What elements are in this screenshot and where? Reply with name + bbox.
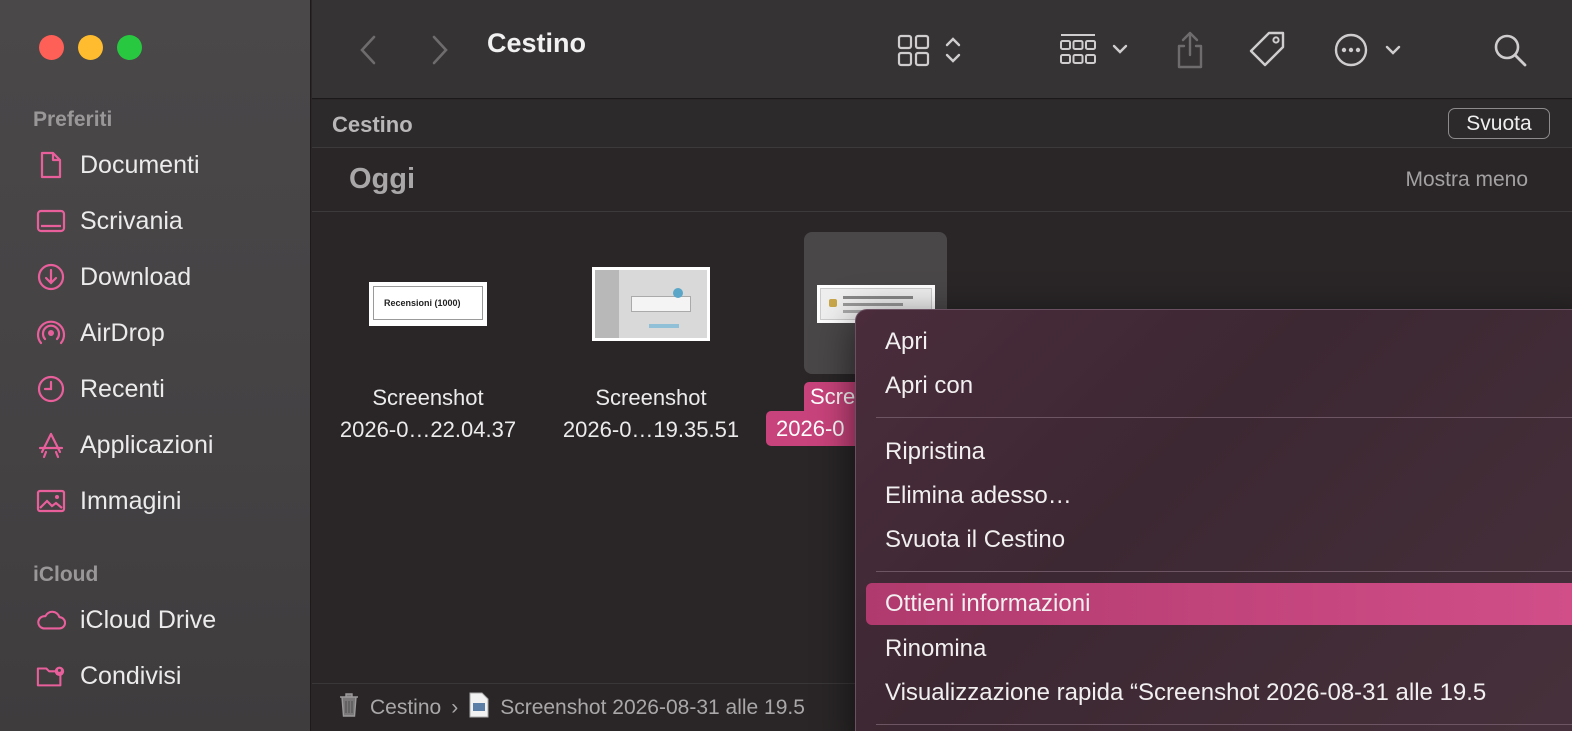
- file-name-line2: 2026-0…19.35.51: [562, 417, 740, 442]
- share-icon: [1177, 31, 1203, 68]
- desktop-icon: [36, 206, 66, 236]
- sidebar: Preferiti Documenti Scrivania Download A…: [0, 0, 311, 731]
- menu-item-svuota-cestino[interactable]: Svuota il Cestino: [866, 519, 1572, 561]
- sidebar-item-applicazioni[interactable]: Applicazioni: [36, 423, 213, 467]
- sidebar-item-label: Download: [80, 262, 192, 291]
- window-title: Cestino: [487, 28, 587, 58]
- tag-button[interactable]: [1246, 0, 1290, 99]
- shared-folder-icon: [36, 661, 66, 691]
- path-root[interactable]: Cestino: [370, 696, 441, 720]
- sidebar-item-label: Immagini: [80, 486, 182, 515]
- back-button[interactable]: [348, 0, 388, 99]
- file-thumbnail: [551, 232, 751, 376]
- download-icon: [36, 262, 66, 292]
- menu-item-rinomina[interactable]: Rinomina: [866, 628, 1572, 670]
- sidebar-item-label: Scrivania: [80, 206, 183, 235]
- cloud-icon: [36, 605, 66, 635]
- menu-separator: [876, 724, 1572, 725]
- chevron-right-icon: [432, 35, 448, 64]
- menu-item-apri-con[interactable]: Apri con: [866, 365, 1572, 407]
- path-separator: ›: [451, 695, 459, 719]
- file-icon: [468, 692, 490, 724]
- menu-separator: [876, 417, 1572, 418]
- sidebar-item-label: iCloud Drive: [80, 605, 217, 634]
- sidebar-item-recenti[interactable]: Recenti: [36, 367, 165, 411]
- group-by-button[interactable]: [1058, 0, 1132, 99]
- tag-icon: [1249, 31, 1285, 66]
- photo-icon: [36, 486, 66, 516]
- sidebar-item-documenti[interactable]: Documenti: [36, 143, 200, 187]
- share-button[interactable]: [1170, 0, 1210, 99]
- file-name-line1: Screenshot: [595, 385, 707, 410]
- group-grid-icon: [1060, 33, 1096, 64]
- menu-item-visualizzazione-rapida[interactable]: Visualizzazione rapida “Screenshot 2026-…: [866, 672, 1572, 714]
- empty-trash-button[interactable]: Svuota: [1448, 108, 1550, 139]
- document-icon: [36, 150, 66, 180]
- minimize-window-button[interactable]: [78, 35, 103, 60]
- airdrop-icon: [36, 318, 66, 348]
- chevron-left-icon: [360, 35, 376, 64]
- chevron-down-icon: [1385, 45, 1401, 55]
- close-window-button[interactable]: [39, 35, 64, 60]
- grid-view-icon: [897, 34, 930, 66]
- chevron-updown-icon: [945, 36, 961, 63]
- menu-item-apri[interactable]: Apri: [866, 321, 1572, 363]
- sidebar-item-immagini[interactable]: Immagini: [36, 479, 181, 523]
- menu-separator: [876, 571, 1572, 572]
- sidebar-item-label: AirDrop: [80, 318, 165, 347]
- ellipsis-circle-icon: [1334, 33, 1368, 66]
- file-thumbnail: Recensioni (1000): [328, 232, 528, 376]
- sidebar-item-icloud-drive[interactable]: iCloud Drive: [36, 598, 216, 642]
- sidebar-item-airdrop[interactable]: AirDrop: [36, 311, 165, 355]
- context-menu: Apri Apri con Ripristina Elimina adesso……: [855, 309, 1572, 731]
- menu-item-ripristina[interactable]: Ripristina: [866, 431, 1572, 473]
- more-actions-button[interactable]: [1332, 0, 1404, 99]
- group-title: Oggi: [349, 163, 416, 195]
- chevron-down-icon: [1112, 44, 1128, 54]
- menu-item-elimina-adesso[interactable]: Elimina adesso…: [866, 475, 1572, 517]
- applications-icon: [36, 430, 66, 460]
- sidebar-section-icloud: iCloud: [33, 563, 99, 586]
- file-item[interactable]: Screenshot 2026-0…19.35.51: [551, 232, 751, 446]
- sidebar-item-scrivania[interactable]: Scrivania: [36, 199, 183, 243]
- file-name-line1: Screenshot: [372, 385, 484, 410]
- sidebar-item-label: Condivisi: [80, 661, 182, 690]
- sidebar-item-label: Recenti: [80, 374, 165, 403]
- sidebar-item-label: Applicazioni: [80, 430, 214, 459]
- sidebar-item-label: Documenti: [80, 150, 200, 179]
- view-mode-button[interactable]: [896, 0, 968, 99]
- search-button[interactable]: [1490, 0, 1530, 99]
- sidebar-item-download[interactable]: Download: [36, 255, 191, 299]
- file-item[interactable]: Recensioni (1000) Screenshot 2026-0…22.0…: [328, 232, 528, 446]
- search-icon: [1494, 34, 1527, 66]
- menu-item-ottieni-informazioni[interactable]: Ottieni informazioni: [866, 583, 1572, 625]
- group-header: Oggi Mostra meno: [312, 149, 1572, 212]
- sidebar-item-condivisi[interactable]: Condivisi: [36, 654, 181, 698]
- forward-button[interactable]: [420, 0, 460, 99]
- window-controls: [39, 35, 142, 60]
- zoom-window-button[interactable]: [117, 35, 142, 60]
- show-less-link[interactable]: Mostra meno: [1405, 168, 1528, 192]
- trash-header-bar: Cestino Svuota: [312, 100, 1572, 148]
- trash-header-title: Cestino: [332, 112, 413, 137]
- thumbnail-text: Recensioni (1000): [373, 286, 483, 320]
- path-file[interactable]: Screenshot 2026-08-31 alle 19.5: [500, 696, 805, 720]
- trash-icon: [338, 692, 360, 724]
- clock-icon: [36, 374, 66, 404]
- file-name-line2: 2026-0…22.04.37: [339, 417, 517, 442]
- sidebar-section-favorites: Preferiti: [33, 108, 113, 131]
